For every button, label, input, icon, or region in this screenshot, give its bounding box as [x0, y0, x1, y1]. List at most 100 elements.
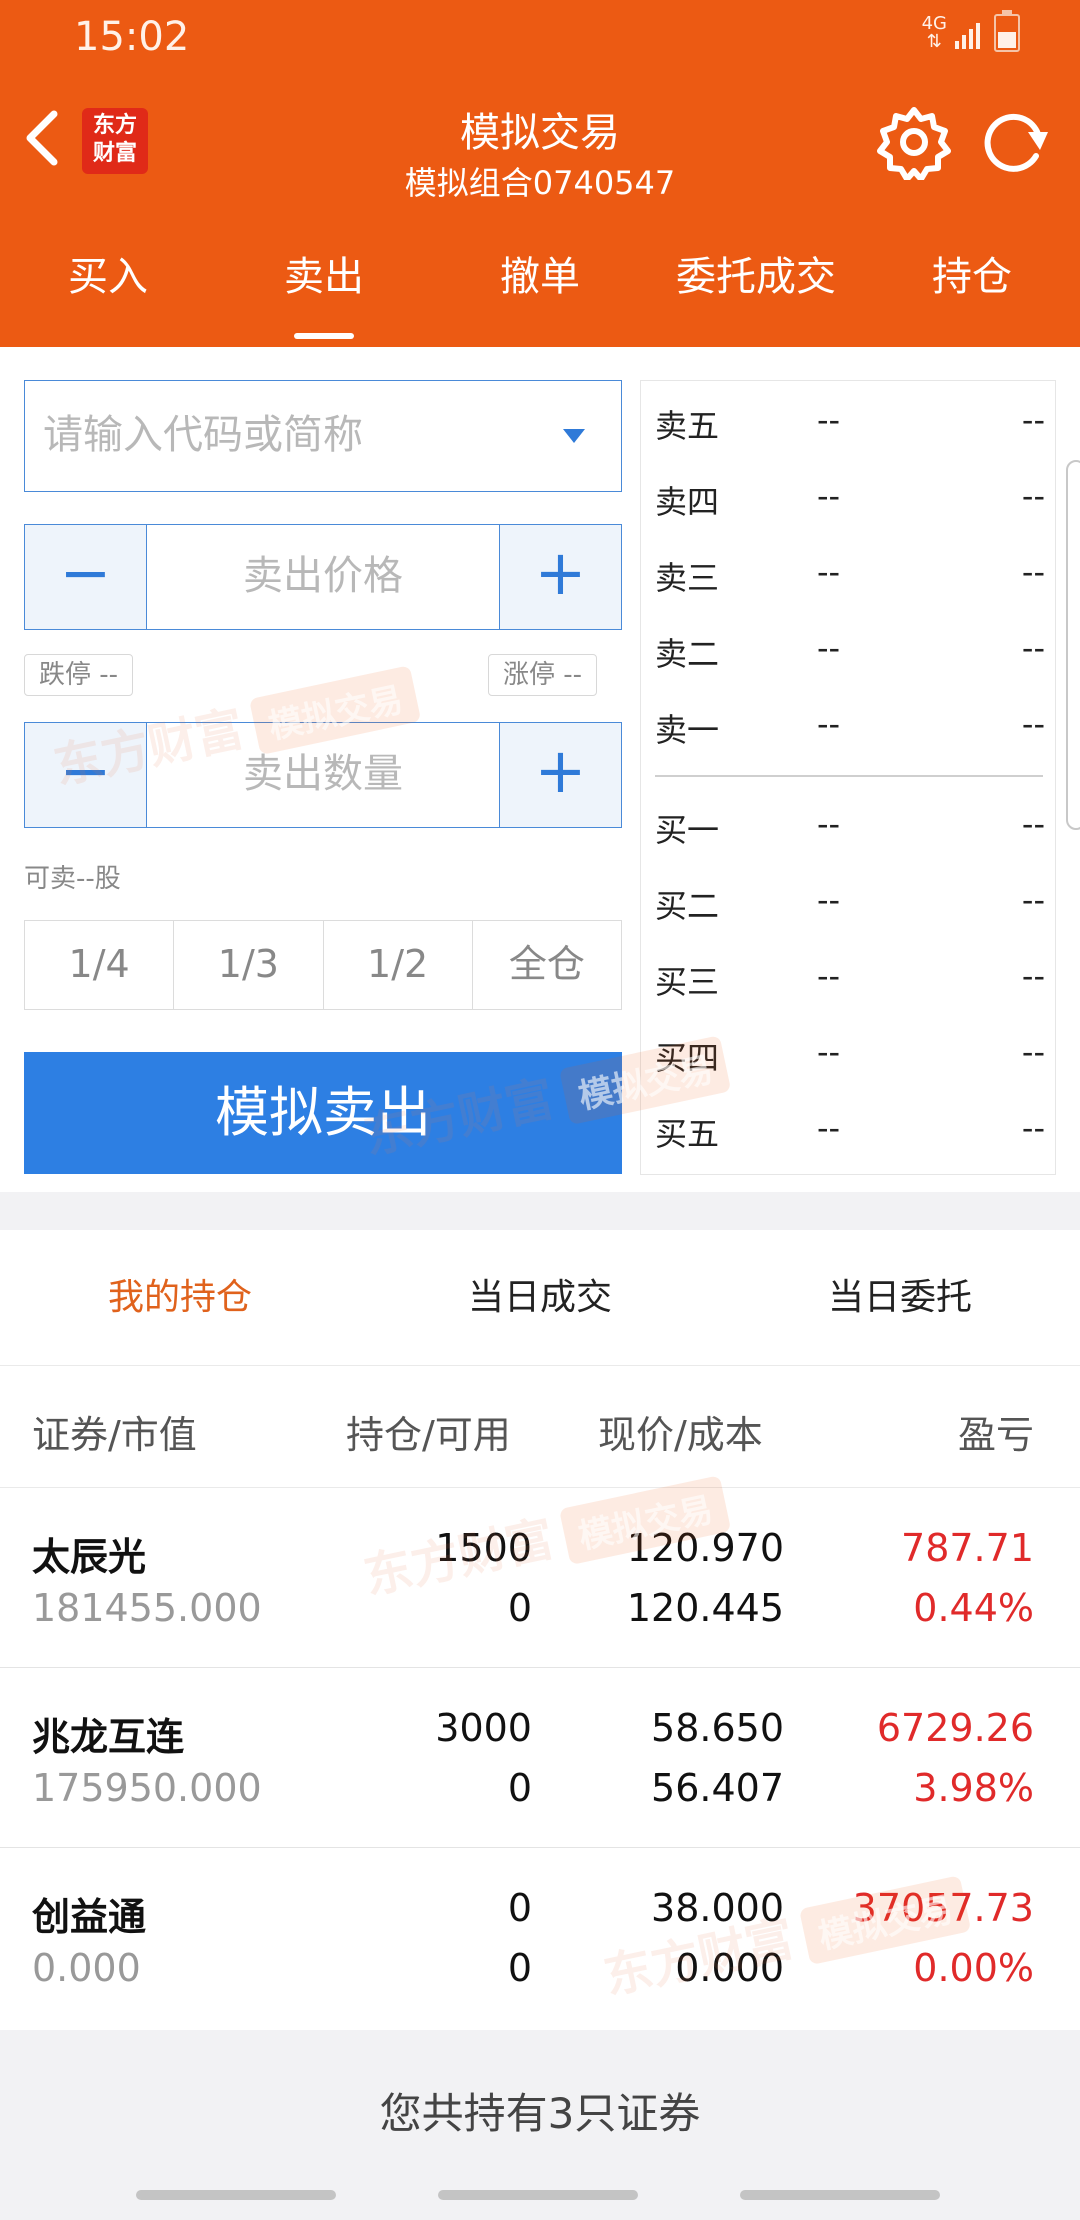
- simulated-sell-button[interactable]: 模拟卖出: [24, 1052, 622, 1174]
- bid-label: 买二: [655, 887, 720, 925]
- table-row[interactable]: 创益通 0.000 0 0 38.000 0.000 37057.73 0.00…: [0, 1848, 1080, 2028]
- status-icons: 4G ⇅: [921, 10, 1020, 52]
- signal-icon: [955, 17, 980, 49]
- quantity-plus-button[interactable]: +: [499, 723, 621, 827]
- limit-up-badge: 涨停 --: [488, 654, 598, 696]
- trade-tabs: 买入 卖出 撤单 委托成交 持仓: [0, 240, 1080, 347]
- ratio-third-button[interactable]: 1/3: [174, 921, 324, 1009]
- ask-label: 卖四: [655, 483, 720, 521]
- ask-row: 卖二 -- --: [655, 629, 1045, 673]
- limit-down-badge: 跌停 --: [24, 654, 134, 696]
- tab-orders-trades[interactable]: 委托成交: [648, 240, 864, 347]
- bid-price: --: [817, 1109, 841, 1147]
- profit-pct: 0.44%: [913, 1586, 1034, 1630]
- ask-price: --: [817, 705, 841, 743]
- tab-positions[interactable]: 持仓: [864, 240, 1080, 347]
- bid-price: --: [817, 1033, 841, 1071]
- ask-label: 卖三: [655, 559, 720, 597]
- tab-sell[interactable]: 卖出: [216, 240, 432, 347]
- market-value: 175950.000: [32, 1766, 262, 1810]
- header-pnl: 盈亏: [957, 1413, 1034, 1457]
- bid-volume: --: [1021, 805, 1045, 843]
- tab-cancel[interactable]: 撤单: [432, 240, 648, 347]
- cost-price: 120.445: [626, 1586, 784, 1630]
- current-price: 38.000: [651, 1886, 784, 1930]
- security-name: 太辰光: [32, 1535, 147, 1579]
- sellable-shares: 可卖--股: [24, 864, 121, 894]
- market-value: 0.000: [32, 1946, 141, 1990]
- position-ratio-selector: 1/4 1/3 1/2 全仓: [24, 920, 622, 1010]
- bid-row: 买一 -- --: [655, 805, 1045, 849]
- bid-price: --: [817, 881, 841, 919]
- bid-row: 买五 -- --: [655, 1109, 1045, 1153]
- market-value: 181455.000: [32, 1586, 262, 1630]
- bid-row: 买二 -- --: [655, 881, 1045, 925]
- bid-volume: --: [1021, 957, 1045, 995]
- scrollbar[interactable]: [1066, 460, 1080, 830]
- ask-volume: --: [1021, 629, 1045, 667]
- available-qty: 0: [507, 1946, 532, 1990]
- profit-pct: 3.98%: [913, 1766, 1034, 1810]
- ask-volume: --: [1021, 477, 1045, 515]
- order-book: 卖五 -- -- 卖四 -- -- 卖三 -- -- 卖二 -- -- 卖一 -- -- 买一 -- -…: [640, 380, 1056, 1175]
- profit-loss: 6729.26: [876, 1706, 1034, 1750]
- price-plus-button[interactable]: +: [499, 525, 621, 629]
- tab-my-positions[interactable]: 我的持仓: [0, 1230, 360, 1365]
- ratio-quarter-button[interactable]: 1/4: [25, 921, 175, 1009]
- dropdown-arrow-icon[interactable]: [563, 429, 585, 443]
- ratio-half-button[interactable]: 1/2: [324, 921, 473, 1009]
- bid-volume: --: [1021, 881, 1045, 919]
- quantity-stepper: − 卖出数量 +: [24, 722, 622, 828]
- ask-row: 卖五 -- --: [655, 401, 1045, 445]
- ask-price: --: [817, 477, 841, 515]
- available-qty: 0: [507, 1766, 532, 1810]
- profit-pct: 0.00%: [913, 1946, 1034, 1990]
- ask-volume: --: [1021, 553, 1045, 591]
- gear-icon[interactable]: [876, 104, 952, 180]
- position-qty: 3000: [435, 1706, 532, 1750]
- price-minus-button[interactable]: −: [25, 525, 147, 629]
- cost-price: 56.407: [651, 1766, 784, 1810]
- status-time: 15:02: [74, 14, 190, 60]
- bid-price: --: [817, 805, 841, 843]
- cost-price: 0.000: [675, 1946, 784, 1990]
- order-book-divider: [655, 775, 1043, 777]
- profit-loss: 787.71: [901, 1526, 1034, 1570]
- refresh-icon[interactable]: [976, 104, 1052, 180]
- bid-row: 买三 -- --: [655, 957, 1045, 1001]
- header-price: 现价/成本: [598, 1413, 763, 1457]
- ratio-all-button[interactable]: 全仓: [473, 921, 621, 1009]
- available-qty: 0: [507, 1586, 532, 1630]
- nav-bar-left[interactable]: [136, 2190, 336, 2200]
- position-qty: 0: [507, 1886, 532, 1930]
- current-price: 120.970: [626, 1526, 784, 1570]
- network-label: 4G: [921, 13, 947, 34]
- ask-price: --: [817, 401, 841, 439]
- ask-label: 卖二: [655, 635, 720, 673]
- price-input[interactable]: 卖出价格: [147, 525, 499, 629]
- header-position: 持仓/可用: [346, 1413, 511, 1457]
- tab-today-trades[interactable]: 当日成交: [360, 1230, 720, 1365]
- bid-label: 买一: [655, 811, 720, 849]
- nav-bar-right[interactable]: [740, 2190, 940, 2200]
- nav-bar-home[interactable]: [438, 2190, 638, 2200]
- current-price: 58.650: [651, 1706, 784, 1750]
- ask-volume: --: [1021, 401, 1045, 439]
- stock-code-input[interactable]: 请输入代码或简称: [24, 380, 622, 492]
- quantity-input[interactable]: 卖出数量: [147, 723, 499, 827]
- ask-label: 卖一: [655, 711, 720, 749]
- quantity-minus-button[interactable]: −: [25, 723, 147, 827]
- tab-buy[interactable]: 买入: [0, 240, 216, 347]
- ask-volume: --: [1021, 705, 1045, 743]
- table-row[interactable]: 兆龙互连 175950.000 3000 0 58.650 56.407 672…: [0, 1668, 1080, 1848]
- table-row[interactable]: 太辰光 181455.000 1500 0 120.970 120.445 78…: [0, 1488, 1080, 1668]
- bid-price: --: [817, 957, 841, 995]
- ask-row: 卖三 -- --: [655, 553, 1045, 597]
- tab-today-orders[interactable]: 当日委托: [720, 1230, 1080, 1365]
- price-stepper: − 卖出价格 +: [24, 524, 622, 630]
- ask-row: 卖一 -- --: [655, 705, 1045, 749]
- network-icon: 4G ⇅: [921, 13, 947, 52]
- ask-price: --: [817, 629, 841, 667]
- security-name: 创益通: [32, 1895, 147, 1939]
- bid-label: 买四: [655, 1039, 720, 1077]
